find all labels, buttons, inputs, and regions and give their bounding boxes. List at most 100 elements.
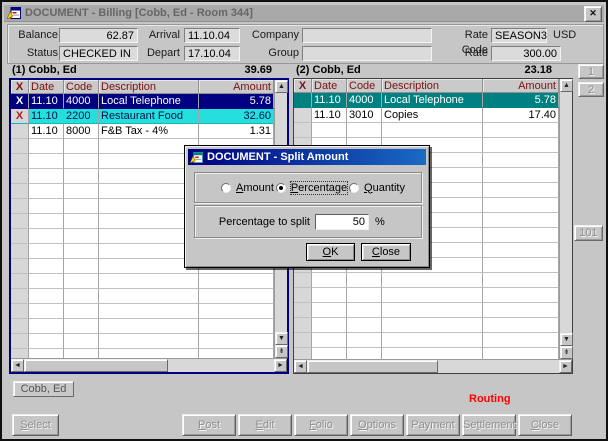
empty-cell [312, 333, 347, 348]
ok-button[interactable]: OK [306, 243, 355, 261]
scroll-down-icon[interactable]: ▼ [275, 332, 288, 345]
balance-field[interactable]: 62.87 [59, 28, 138, 43]
radio-label: Amount [236, 182, 274, 194]
empty-cell [199, 334, 274, 349]
mark-cell[interactable] [294, 93, 312, 108]
scroll-down-icon[interactable]: ▼ [560, 333, 573, 346]
action-button[interactable]: Close [518, 414, 572, 436]
horizontal-scrollbar[interactable]: ◄ ► [11, 358, 287, 372]
empty-cell [64, 244, 99, 259]
company-field[interactable] [302, 28, 432, 43]
grid-header-row: X Date Code Description Amount [294, 79, 559, 93]
scroll-right-icon[interactable]: ► [274, 359, 287, 372]
empty-cell [347, 303, 382, 318]
table-row-empty [11, 304, 274, 319]
window-1-button[interactable]: 1 [578, 64, 604, 79]
empty-cell [99, 334, 199, 349]
rate-field[interactable]: 300.00 [491, 46, 561, 61]
radio-icon[interactable] [276, 183, 286, 193]
window-2-button[interactable]: 2 [578, 82, 604, 97]
window-titlebar[interactable]: DOCUMENT - Billing [Cobb, Ed - Room 344] [4, 5, 604, 22]
radio-label: Percentage [291, 182, 347, 194]
rate-code-label: Rate Code [436, 28, 488, 43]
mark-cell[interactable] [11, 124, 29, 139]
status-field[interactable]: CHECKED IN [59, 46, 138, 61]
description-cell: Local Telephone [382, 93, 483, 108]
charge-row[interactable]: 11.10 3010 Copies 17.40 [294, 108, 559, 123]
action-button[interactable]: Options [350, 414, 404, 436]
empty-cell [29, 349, 64, 358]
radio-icon[interactable] [221, 183, 231, 193]
group-label: Group [244, 46, 299, 61]
dialog-close-button[interactable]: Close [361, 243, 411, 261]
scrollbar-thumb[interactable] [24, 359, 168, 372]
radio-icon[interactable] [349, 183, 359, 193]
table-row-empty [11, 289, 274, 304]
group-field[interactable] [302, 46, 432, 61]
scroll-up-icon[interactable]: ▲ [275, 80, 288, 93]
empty-cell [29, 289, 64, 304]
room-101-button[interactable]: 101 [574, 225, 603, 241]
scroll-page-down-icon[interactable]: ⇟ [560, 346, 573, 359]
empty-cell [11, 334, 29, 349]
depart-field[interactable]: 17.10.04 [184, 46, 240, 61]
close-window-button[interactable]: ✕ [584, 6, 602, 22]
code-cell: 2200 [64, 109, 99, 124]
radio-option[interactable]: Quantity [349, 182, 405, 194]
folio-tab-cobb-ed[interactable]: Cobb, Ed [13, 381, 74, 397]
description-cell: Restaurant Food [99, 109, 199, 124]
radio-option[interactable]: Percentage [276, 182, 347, 194]
pane1-total: 39.69 [182, 64, 272, 77]
empty-cell [64, 334, 99, 349]
amount-cell: 5.78 [483, 93, 559, 108]
charge-row[interactable]: 11.10 4000 Local Telephone 5.78 [294, 93, 559, 108]
charge-row[interactable]: X 11.10 2200 Restaurant Food 32.60 [11, 109, 274, 124]
scroll-left-icon[interactable]: ◄ [11, 359, 24, 372]
action-button[interactable]: Settlement [462, 414, 516, 436]
percentage-input[interactable] [315, 214, 369, 230]
scroll-up-icon[interactable]: ▲ [560, 79, 573, 92]
dialog-title: DOCUMENT - Split Amount [207, 151, 348, 163]
scroll-right-icon[interactable]: ► [559, 360, 572, 373]
amount-cell: 5.78 [199, 94, 274, 109]
empty-cell [29, 334, 64, 349]
percentage-to-split-label: Percentage to split [195, 216, 315, 228]
col-header-amount: Amount [483, 79, 559, 93]
mark-cell[interactable]: X [11, 109, 29, 124]
empty-cell [64, 274, 99, 289]
description-cell: Local Telephone [99, 94, 199, 109]
scrollbar-thumb[interactable] [307, 360, 438, 373]
empty-cell [483, 318, 559, 333]
horizontal-scrollbar[interactable]: ◄ ► [294, 359, 572, 373]
empty-cell [11, 139, 29, 154]
company-label: Company [244, 28, 299, 43]
dialog-titlebar[interactable]: DOCUMENT - Split Amount [188, 149, 426, 165]
empty-cell [483, 168, 559, 183]
scroll-page-down-icon[interactable]: ⇟ [275, 345, 288, 358]
empty-cell [64, 199, 99, 214]
action-button[interactable]: Edit [238, 414, 292, 436]
empty-cell [483, 288, 559, 303]
select-all-button[interactable]: Select All [12, 414, 59, 436]
charge-row[interactable]: 11.10 8000 F&B Tax - 4% 1.31 [11, 124, 274, 139]
charge-row[interactable]: X 11.10 4000 Local Telephone 5.78 [11, 94, 274, 109]
mark-cell[interactable]: X [11, 94, 29, 109]
vertical-scrollbar[interactable]: ▲ ▼ ⇟ [559, 79, 572, 359]
scroll-left-icon[interactable]: ◄ [294, 360, 307, 373]
empty-cell [483, 273, 559, 288]
arrival-field[interactable]: 11.10.04 [184, 28, 240, 43]
empty-cell [11, 199, 29, 214]
empty-cell [483, 183, 559, 198]
table-row-empty [294, 288, 559, 303]
empty-cell [382, 348, 483, 359]
mark-cell[interactable] [294, 108, 312, 123]
empty-cell [483, 213, 559, 228]
empty-cell [29, 154, 64, 169]
action-button[interactable]: Payment [406, 414, 460, 436]
action-button[interactable]: Post [182, 414, 236, 436]
code-cell: 4000 [64, 94, 99, 109]
radio-option[interactable]: Amount [221, 182, 274, 194]
rate-code-field[interactable]: SEASON3 [491, 28, 547, 43]
date-cell: 11.10 [312, 108, 347, 123]
action-button[interactable]: Folio [294, 414, 348, 436]
